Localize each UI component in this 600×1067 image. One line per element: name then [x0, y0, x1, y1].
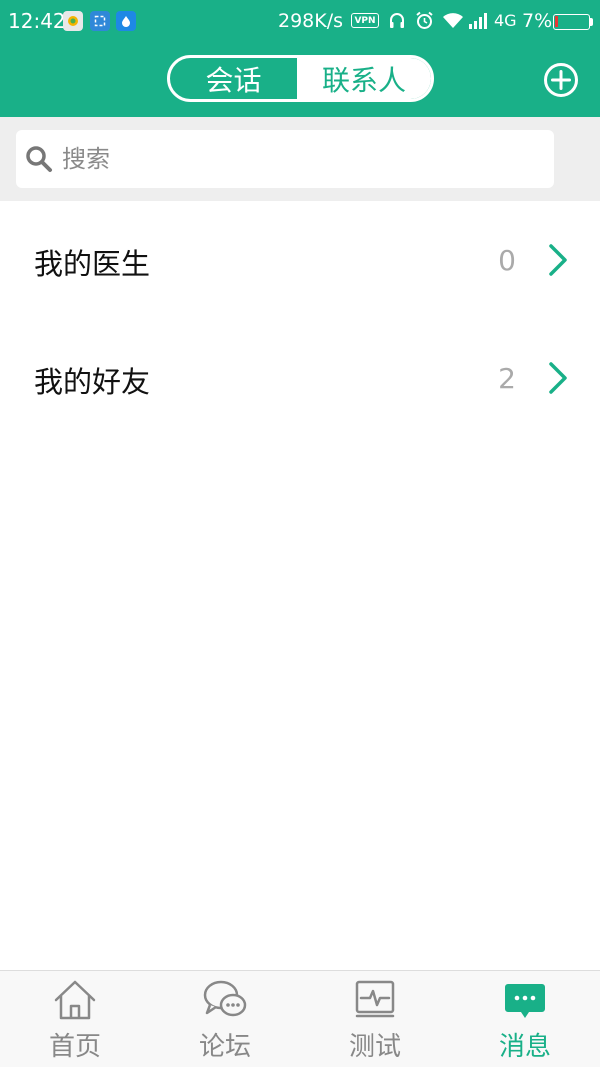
- nav-tab-label: 消息: [498, 1032, 551, 1062]
- search-area: [0, 117, 600, 201]
- pulse-test-icon: [355, 980, 395, 1018]
- nav-tab-test[interactable]: 测试: [300, 971, 450, 1067]
- contact-list: 我的医生 0 我的好友 2: [0, 201, 600, 437]
- search-box[interactable]: [16, 130, 554, 188]
- headphones-icon: [390, 13, 404, 28]
- app-notification-icon: [63, 11, 83, 31]
- status-time: 12:42: [8, 9, 66, 33]
- water-drop-notification-icon: [116, 11, 136, 31]
- signal-icon: [469, 13, 487, 29]
- nav-tab-forum[interactable]: 论坛: [150, 971, 300, 1067]
- tab-contacts[interactable]: 联系人: [297, 58, 431, 99]
- battery-percent: 7%: [522, 10, 553, 32]
- battery-tip: [590, 18, 593, 26]
- bottom-nav: 首页 论坛 测试 消息: [0, 970, 600, 1067]
- tab-conversations[interactable]: 会话: [170, 58, 297, 99]
- wifi-icon: [443, 13, 463, 28]
- message-icon: [505, 984, 545, 1018]
- screenshot-notification-icon: [90, 11, 110, 31]
- chevron-right-icon: [549, 362, 567, 394]
- alarm-icon: [416, 11, 433, 29]
- plus-circle-icon[interactable]: [543, 62, 579, 98]
- nav-tab-messages[interactable]: 消息: [450, 971, 600, 1067]
- network-type: 4G: [494, 11, 517, 30]
- list-item-label: 我的医生: [34, 247, 151, 281]
- search-icon: [26, 146, 52, 172]
- nav-tab-label: 论坛: [198, 1032, 251, 1062]
- header: 12:42 298K/s VPN 4G 7% 会话 联系人: [0, 0, 600, 117]
- nav-tab-label: 首页: [48, 1032, 101, 1062]
- battery-icon: [553, 14, 590, 30]
- status-bar: 12:42 298K/s VPN 4G 7%: [0, 0, 600, 42]
- list-item-count: 2: [498, 362, 516, 395]
- network-speed: 298K/s: [278, 10, 344, 32]
- chevron-right-icon: [549, 244, 567, 276]
- list-item-label: 我的好友: [34, 365, 151, 399]
- list-item-count: 0: [498, 244, 516, 277]
- vpn-badge: VPN: [351, 13, 379, 28]
- chat-bubbles-icon: [203, 980, 247, 1017]
- nav-tab-label: 测试: [348, 1032, 401, 1062]
- search-input[interactable]: [62, 139, 532, 179]
- nav-tab-home[interactable]: 首页: [0, 971, 150, 1067]
- segmented-control: 会话 联系人: [167, 55, 434, 102]
- list-item-my-doctors[interactable]: 我的医生 0: [0, 201, 600, 319]
- home-icon: [54, 980, 96, 1020]
- list-item-my-friends[interactable]: 我的好友 2: [0, 319, 600, 437]
